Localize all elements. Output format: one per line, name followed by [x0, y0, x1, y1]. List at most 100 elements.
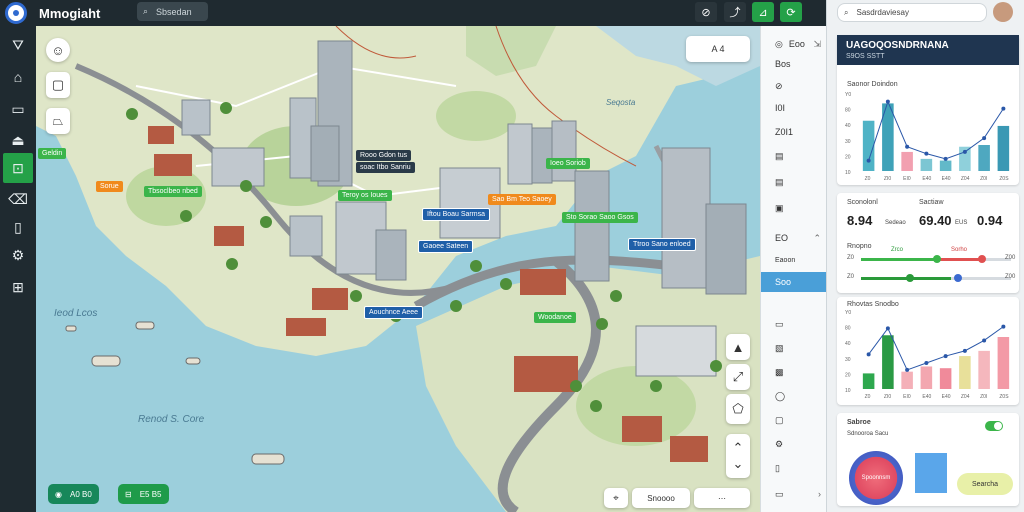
- layer-item-active[interactable]: Soo: [761, 272, 827, 292]
- map-view[interactable]: ☺ ▢ ⏢ A 4 ▲ ⤢ ⬠ ⌃ ⌄ Rooo Gdon tus soac I…: [36, 26, 760, 512]
- avatar[interactable]: [993, 2, 1013, 22]
- map-tag[interactable]: Ttroo Sano enloed: [628, 238, 696, 251]
- layer-item[interactable]: ▩: [761, 362, 827, 382]
- map-tag[interactable]: Woodanoe: [534, 312, 576, 323]
- map-tag[interactable]: Gaoee Sateen: [418, 240, 474, 253]
- chart-point: [924, 151, 929, 156]
- layer-item[interactable]: ▣: [761, 198, 827, 218]
- ruler-tool[interactable]: ⌫: [0, 184, 36, 214]
- pan-tool-button[interactable]: ⤢: [726, 364, 750, 390]
- top-search-input[interactable]: ⌕ Sbsedan: [137, 2, 208, 21]
- y-tick-label: 40: [845, 123, 851, 129]
- layer-item[interactable]: ▭ ›: [761, 484, 827, 504]
- chevron-up-icon[interactable]: ⌃: [813, 233, 821, 244]
- zoom-control[interactable]: ⌃ ⌄: [726, 434, 750, 478]
- gear-icon: ⚙: [775, 438, 784, 449]
- layer-item[interactable]: ▤: [761, 172, 827, 192]
- document-tool[interactable]: ▯: [0, 212, 36, 242]
- settings-tool[interactable]: ⚙: [0, 240, 36, 270]
- layer-item[interactable]: ◯: [761, 386, 827, 406]
- map-tag[interactable]: Sao Bm Teo Saoey: [488, 194, 556, 205]
- overview-subtitle: S9OS SSTT: [846, 53, 885, 60]
- summary-action-label: Searcha: [971, 480, 999, 488]
- bottom-bar-button[interactable]: Snoooo: [632, 488, 690, 508]
- summary-title: Sabroe: [847, 419, 871, 426]
- slider-axis-label: Z00: [1005, 255, 1016, 261]
- map-tag[interactable]: Rooo Gdon tus: [356, 150, 412, 161]
- message-tool[interactable]: ▭: [0, 94, 36, 124]
- map-tag[interactable]: Iftou Boau Sarmsa: [422, 208, 490, 221]
- slider-handle[interactable]: [906, 274, 914, 282]
- slider-track-2[interactable]: [861, 274, 1011, 282]
- map-mode-button[interactable]: ▢: [46, 72, 70, 98]
- collapse-icon[interactable]: ⇲: [813, 39, 821, 50]
- layer-item[interactable]: Z0I1: [761, 122, 827, 142]
- summary-action-button[interactable]: Searcha: [957, 473, 1013, 495]
- summary-toggle[interactable]: [985, 421, 1003, 431]
- slider-track[interactable]: [861, 255, 1011, 263]
- list-icon: ▤: [775, 176, 784, 187]
- layer-label: Eaoon: [775, 256, 796, 264]
- layer-item[interactable]: ▢: [761, 410, 827, 430]
- layer-item[interactable]: Bos: [761, 54, 827, 74]
- panel-search-input[interactable]: ⌕ Sasdrdaviesay: [837, 3, 987, 22]
- chevron-right-icon[interactable]: ›: [818, 489, 821, 499]
- x-tick-label: E40: [942, 176, 951, 182]
- message-icon: ▭: [11, 100, 25, 117]
- layer-item[interactable]: ⚙: [761, 434, 827, 454]
- slider-handle[interactable]: [954, 274, 962, 282]
- building-icon: ⏏: [11, 131, 25, 148]
- map-tag[interactable]: soac Itbo Sanriu: [356, 162, 415, 173]
- top-bar: Mmogiaht ⌕ Sbsedan ⊘ ⤴ ⊿ ⟳: [0, 0, 826, 26]
- layer-item[interactable]: EO ⌃: [761, 228, 827, 248]
- signal-tool-button[interactable]: ⤴: [724, 2, 746, 22]
- map-tag[interactable]: Tbsoclbeo nbed: [144, 186, 202, 197]
- scale-chip[interactable]: ⊟ E5 B5: [118, 484, 169, 504]
- overview-card: UAGOQOSNDRNANA S9OS SSTT Saonor Doindon …: [837, 35, 1019, 185]
- north-arrow-button[interactable]: ▲: [726, 334, 750, 360]
- map-info-button[interactable]: A 4: [686, 36, 750, 62]
- map-tool[interactable]: ⊡: [3, 153, 33, 183]
- map-tag[interactable]: Ioeo Soriob: [546, 158, 590, 169]
- shape-tool-button[interactable]: ⬠: [726, 394, 750, 424]
- layer-item[interactable]: ◎ Eoo ⇲: [761, 34, 827, 54]
- layer-item[interactable]: Eaoon: [761, 250, 827, 270]
- table-tool[interactable]: ⊞: [0, 272, 36, 302]
- map-tag[interactable]: Geldin: [38, 148, 67, 159]
- tilt-button[interactable]: ⏢: [46, 108, 70, 134]
- map-tag[interactable]: Teroy os Ioues: [338, 190, 392, 201]
- avatar-icon: ☺: [51, 42, 65, 58]
- user-avatar-button[interactable]: ☺: [46, 38, 70, 62]
- locate-button[interactable]: ⌖: [604, 488, 628, 508]
- chart-tool-button[interactable]: ⊿: [752, 2, 774, 22]
- chart-point: [943, 354, 948, 359]
- building-tool[interactable]: ⏏: [0, 125, 36, 155]
- stat-sub-2: EUS: [955, 220, 968, 226]
- layer-item[interactable]: ⊘: [761, 76, 827, 96]
- coord-chip[interactable]: ◉ A0 B0: [48, 484, 99, 504]
- chart-bar: [997, 337, 1010, 389]
- chart-icon: ⊿: [758, 6, 768, 19]
- layer-label: Eoo: [788, 39, 805, 49]
- slider-handle[interactable]: [978, 255, 986, 263]
- bottom-extra-button[interactable]: ⋯: [694, 488, 750, 508]
- x-tick-label: E40: [922, 176, 931, 182]
- layer-item[interactable]: ▧: [761, 338, 827, 358]
- refresh-tool-button[interactable]: ⟳: [780, 2, 802, 22]
- layer-item[interactable]: I0I: [761, 98, 827, 118]
- y-tick-label: 30: [845, 139, 851, 145]
- chart-point: [885, 326, 890, 331]
- slider-handle[interactable]: [933, 255, 941, 263]
- map-tag[interactable]: Aouchnce Aeee: [364, 306, 424, 319]
- layer-item[interactable]: ▭: [761, 314, 827, 334]
- x-tick-label: ZI0: [884, 176, 891, 182]
- home-tool[interactable]: ⌂: [0, 62, 36, 92]
- summary-card: Sabroe Sdnooroa Sacu Spoonnsm Searcha: [837, 413, 1019, 506]
- layer-item[interactable]: ▯: [761, 458, 827, 478]
- map-tag[interactable]: Sto Sorao Saoo Gsos: [562, 212, 638, 223]
- map-tag[interactable]: Sorue: [96, 181, 123, 192]
- layer-item[interactable]: ▤: [761, 146, 827, 166]
- layers-tool[interactable]: ⛛: [0, 30, 36, 60]
- panel-search-text: Sasdrdaviesay: [856, 8, 909, 17]
- compass-tool-button[interactable]: ⊘: [695, 2, 717, 22]
